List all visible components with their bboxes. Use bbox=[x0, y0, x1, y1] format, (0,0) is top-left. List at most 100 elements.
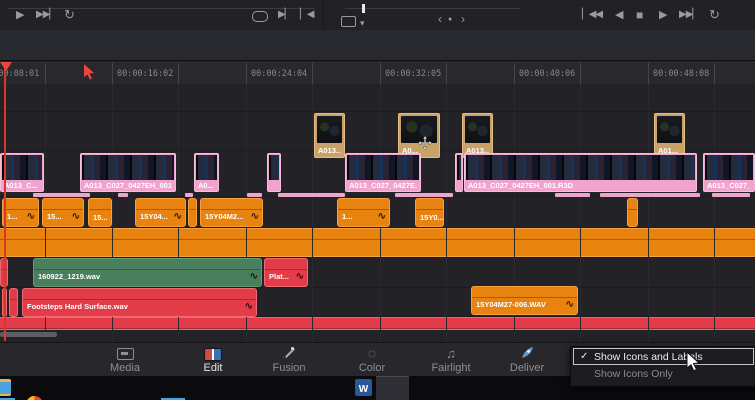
stop-icon-right[interactable]: ■ bbox=[636, 9, 643, 21]
word-icon[interactable] bbox=[355, 379, 372, 396]
clip-label: A013_C027_0427EH_001.... bbox=[84, 180, 172, 190]
page-tab-fusion[interactable]: Fusion bbox=[249, 346, 329, 374]
audio-clip-a1[interactable]: 1... ∿ bbox=[2, 198, 39, 227]
viewer-jog-bar-right[interactable] bbox=[345, 8, 520, 9]
video-clip-v1[interactable]: A013_C027_0427EH_001.R3D bbox=[464, 153, 697, 192]
video-clip-v1[interactable] bbox=[267, 153, 281, 192]
loop-playback-icon-right[interactable]: ↻ bbox=[709, 8, 720, 21]
clip-label: A013_C027_0427EH_001.R3D bbox=[707, 180, 751, 190]
audio-clip-a1[interactable] bbox=[188, 198, 197, 227]
clip-thumbnail bbox=[2, 155, 42, 180]
video-clip-v1[interactable]: A013_C027_0427EH_001.R3D bbox=[703, 153, 755, 192]
chrome-icon[interactable] bbox=[26, 396, 43, 400]
clip-label-bar: 1... ∿ bbox=[3, 211, 38, 226]
active-app-highlight bbox=[376, 376, 409, 400]
linked-audio-strip bbox=[185, 193, 193, 197]
clip-label-bar: 15Y04M27-006.WAV ∿ bbox=[472, 299, 577, 314]
davinci-resolve-edit-page: ■▶▶▶▏↻▶▏▏◀▾‹●›▏◀◀◀■▶▶▶▏↻ ∪∞▾▾⊖⊕ 00:00:08… bbox=[0, 0, 755, 400]
video-clip-v1[interactable]: A013_C... bbox=[0, 153, 44, 192]
audio-clip-a1[interactable]: 15... ∿ bbox=[42, 198, 84, 227]
audio-clip-a2-long[interactable] bbox=[0, 228, 755, 257]
deliver-page-icon bbox=[522, 347, 533, 358]
context-menu-item-label: Show Icons Only bbox=[594, 367, 673, 380]
clip-label: 1... bbox=[7, 212, 18, 221]
ruler-tick bbox=[446, 63, 447, 85]
page-tab-color[interactable]: ◌ Color bbox=[332, 346, 412, 375]
play-from-start-icon[interactable]: ▏◀ bbox=[300, 10, 314, 20]
loop-range-icon[interactable] bbox=[252, 11, 268, 22]
video-clip-v1[interactable]: A0... bbox=[194, 153, 219, 192]
page-tab-media[interactable]: Media bbox=[85, 346, 165, 374]
media-page-icon bbox=[116, 348, 134, 360]
jog-left-icon[interactable]: ‹ bbox=[438, 13, 442, 25]
audio-clip-a4[interactable] bbox=[9, 288, 18, 317]
waveform-icon: ∿ bbox=[250, 211, 259, 222]
clip-label-bar: 15... ∿ bbox=[43, 211, 83, 226]
clip-thumbnail bbox=[347, 155, 419, 180]
ruler-timecode: 00:00:48:08 bbox=[653, 69, 710, 79]
audio-clip-a5-long[interactable] bbox=[0, 317, 755, 330]
viewer-jog-handle[interactable] bbox=[362, 4, 365, 13]
edit-toolbar: ∪∞▾▾⊖⊕ bbox=[0, 30, 755, 84]
context-menu-item[interactable]: ✓ Show Icons and Labels bbox=[573, 348, 754, 365]
audio-clip-a1[interactable]: 15... bbox=[88, 198, 112, 227]
clip-label: A013_C027_0427EH_001.R3D bbox=[468, 180, 574, 190]
video-clip-v2[interactable]: A013... bbox=[314, 113, 345, 158]
clip-label: 1... bbox=[342, 212, 353, 221]
page-tab-label: Media bbox=[110, 362, 140, 374]
clip-label: 15Y0... bbox=[420, 213, 444, 222]
jog-dot-icon[interactable]: ● bbox=[448, 16, 452, 23]
viewer-mode-icon[interactable] bbox=[341, 16, 356, 27]
clip-thumbnail bbox=[317, 116, 342, 143]
audio-clip-a4[interactable]: Footsteps Hard Surface.wav ∿ bbox=[22, 288, 257, 317]
transport-bar: ■▶▶▶▏↻▶▏▏◀▾‹●›▏◀◀◀■▶▶▶▏↻ bbox=[0, 0, 755, 31]
video-clip-v1[interactable]: A013_C027_0427EH_001.... bbox=[80, 153, 176, 192]
play-icon[interactable]: ▶ bbox=[16, 10, 25, 21]
video-clip-v2[interactable]: A013... bbox=[462, 113, 493, 158]
go-to-end-icon[interactable]: ▶▶▏ bbox=[679, 10, 700, 20]
clip-label: A013... bbox=[318, 146, 341, 155]
ruler-timecode: 00:00:16:02 bbox=[117, 69, 174, 79]
timeline-ruler[interactable]: 00:00:08:0100:00:16:0200:00:24:0400:00:3… bbox=[0, 62, 755, 86]
selection-tool-icon[interactable] bbox=[83, 64, 96, 80]
audio-clip-a1[interactable] bbox=[627, 198, 638, 227]
audio-clip-a1[interactable]: 15Y0... bbox=[415, 198, 444, 227]
audio-clip-a1[interactable]: 15Y04M2... ∿ bbox=[200, 198, 263, 227]
playhead-marker[interactable] bbox=[0, 62, 12, 71]
audio-clip-a3[interactable]: Plat... ∿ bbox=[264, 258, 308, 287]
page-tab-edit[interactable]: Edit bbox=[173, 346, 253, 374]
timeline-horizontal-scrollbar[interactable] bbox=[0, 332, 57, 337]
clip-label-bar: 160922_1219.wav ∿ bbox=[34, 271, 261, 286]
playhead[interactable] bbox=[4, 62, 6, 341]
ruler-tick bbox=[112, 63, 113, 85]
video-clip-v2[interactable]: A01... bbox=[654, 113, 685, 158]
video-clip-v1[interactable]: A013_C027_0427E... bbox=[345, 153, 421, 192]
waveform-icon: ∿ bbox=[295, 271, 304, 282]
clip-label-bar bbox=[10, 312, 17, 316]
linked-audio-strip bbox=[278, 193, 345, 197]
play-reverse-icon[interactable]: ◀ bbox=[615, 10, 624, 21]
clip-label: 15Y04M27-006.WAV bbox=[476, 300, 546, 309]
play-icon-right[interactable]: ▶ bbox=[659, 10, 668, 21]
loop-playback-icon[interactable]: ↻ bbox=[64, 8, 75, 21]
go-to-start-icon[interactable]: ▏◀◀ bbox=[582, 10, 603, 20]
audio-clip-a1[interactable]: 1... ∿ bbox=[337, 198, 390, 227]
play-to-end-icon[interactable]: ▶▏ bbox=[278, 10, 292, 20]
jog-right-icon[interactable]: › bbox=[461, 13, 465, 25]
file-explorer-icon[interactable] bbox=[0, 379, 11, 396]
viewer-mode-caret-icon[interactable]: ▾ bbox=[360, 19, 364, 28]
clip-label-bar: 1... ∿ bbox=[338, 211, 389, 226]
timeline-gridline bbox=[648, 84, 649, 342]
audio-clip-a4[interactable]: 15Y04M27-006.WAV ∿ bbox=[471, 286, 578, 315]
page-tab-fairlight[interactable]: ♫ Fairlight bbox=[411, 346, 491, 374]
clip-label: 15Y04... bbox=[140, 212, 168, 221]
clip-label: A0... bbox=[198, 180, 214, 190]
fast-forward-icon[interactable]: ▶▶▏ bbox=[36, 10, 57, 20]
video-clip-v1[interactable] bbox=[455, 153, 463, 192]
audio-clip-a3[interactable]: 160922_1219.wav ∿ bbox=[33, 258, 262, 287]
page-tab-label: Color bbox=[358, 362, 386, 374]
context-menu-item[interactable]: Show Icons Only bbox=[571, 365, 755, 382]
page-tab-deliver[interactable]: Deliver bbox=[487, 346, 567, 374]
audio-clip-a1[interactable]: 15Y04... ∿ bbox=[135, 198, 186, 227]
checkmark-icon: ✓ bbox=[580, 351, 589, 362]
